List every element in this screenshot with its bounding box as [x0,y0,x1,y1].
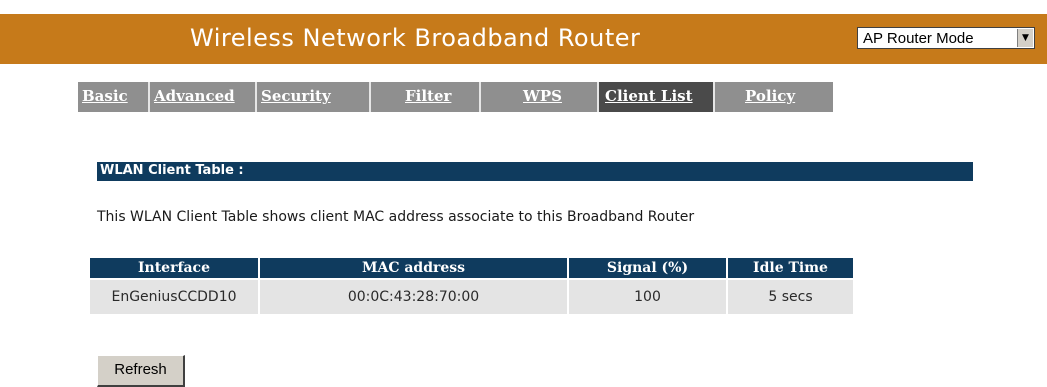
mode-select-value: AP Router Mode [863,30,974,47]
header-bar: Wireless Network Broadband Router AP Rou… [0,14,1047,64]
column-header-interface: Interface [90,258,258,278]
mode-select[interactable]: AP Router Mode ▼ [857,27,1035,49]
tab-security[interactable]: Security [257,82,369,112]
client-table: Interface MAC address Signal (%) Idle Ti… [88,256,855,316]
chevron-down-icon[interactable]: ▼ [1017,29,1033,47]
cell-mac-address: 00:0C:43:28:70:00 [260,280,567,314]
cell-interface: EnGeniusCCDD10 [90,280,258,314]
cell-signal: 100 [569,280,726,314]
section-description: This WLAN Client Table shows client MAC … [97,209,695,225]
page-title: Wireless Network Broadband Router [190,24,641,52]
column-header-idle-time: Idle Time [728,258,853,278]
cell-idle-time: 5 secs [728,280,853,314]
table-header-row: Interface MAC address Signal (%) Idle Ti… [90,258,853,278]
column-header-signal: Signal (%) [569,258,726,278]
table-row: EnGeniusCCDD10 00:0C:43:28:70:00 100 5 s… [90,280,853,314]
tab-wps[interactable]: WPS [481,82,597,112]
tab-advanced[interactable]: Advanced [150,82,255,112]
section-title: WLAN Client Table : [100,163,244,178]
tab-policy[interactable]: Policy [715,82,833,112]
tab-filter[interactable]: Filter [371,82,479,112]
column-header-mac-address: MAC address [260,258,567,278]
tab-client-list[interactable]: Client List [599,82,713,112]
section-header: WLAN Client Table : [97,162,973,181]
refresh-button[interactable]: Refresh [97,355,185,387]
tab-basic[interactable]: Basic [78,82,148,112]
tab-bar: Basic Advanced Security Filter WPS Clien… [78,82,833,112]
